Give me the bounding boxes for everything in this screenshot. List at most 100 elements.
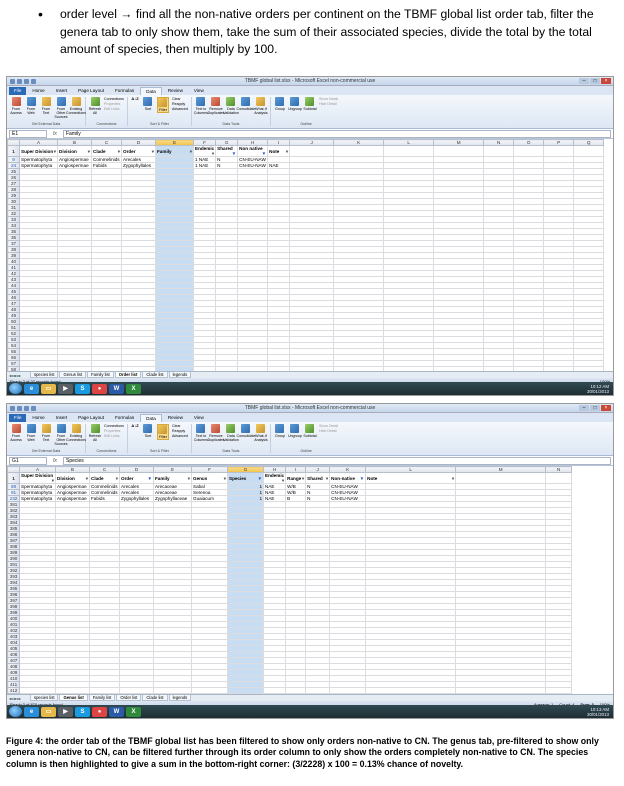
table-cell[interactable]: CN-EU-NAW bbox=[237, 162, 269, 169]
close-icon[interactable]: × bbox=[601, 78, 611, 84]
tab-data[interactable]: Data bbox=[140, 87, 162, 95]
table-cell[interactable]: Spermatophyta bbox=[19, 489, 56, 496]
header-cell[interactable]: Genus ▾ bbox=[191, 472, 228, 484]
sort-button[interactable]: Sort bbox=[142, 424, 154, 440]
group-button[interactable]: Group bbox=[274, 97, 286, 111]
header-cell[interactable]: Order ▾ bbox=[121, 145, 156, 157]
tab-file[interactable]: File bbox=[9, 87, 27, 95]
table-cell[interactable]: Spermatophyta bbox=[19, 483, 56, 490]
filter-dropdown-icon[interactable]: ▾ bbox=[326, 476, 328, 481]
table-cell[interactable]: Commelinids bbox=[91, 156, 122, 163]
header-cell[interactable]: Clade ▾ bbox=[89, 472, 120, 484]
filter-active-icon[interactable]: ▼ bbox=[360, 476, 365, 481]
tab-page-layout[interactable]: Page Layout bbox=[73, 87, 109, 95]
filter-active-icon[interactable]: ▼ bbox=[257, 476, 262, 481]
tab-insert[interactable]: Insert bbox=[51, 414, 73, 422]
spreadsheet-grid[interactable]: A B C D E F G H I J K L M N O P Q 1 Super Division ▾ Divisi… bbox=[7, 139, 605, 395]
header-cell[interactable] bbox=[333, 145, 385, 157]
word-icon[interactable]: W bbox=[109, 383, 124, 394]
connections-button[interactable]: Connections bbox=[104, 97, 124, 101]
remove-duplicates-button[interactable]: Remove Duplicates bbox=[208, 424, 224, 442]
consolidate-button[interactable]: Consolidate bbox=[236, 424, 255, 442]
from-text-button[interactable]: From Text bbox=[40, 424, 52, 446]
filter-dropdown-icon[interactable]: ▾ bbox=[152, 149, 154, 154]
maximize-icon[interactable]: □ bbox=[590, 78, 600, 84]
header-cell[interactable] bbox=[573, 145, 605, 157]
media-player-icon[interactable]: ▶ bbox=[58, 383, 73, 394]
sort-az-button[interactable]: A↓Z bbox=[131, 97, 139, 113]
group-button[interactable]: Group bbox=[274, 424, 286, 438]
filter-dropdown-icon[interactable]: ▾ bbox=[116, 476, 118, 481]
header-cell[interactable]: Shared ▼ bbox=[215, 145, 239, 157]
skype-icon[interactable]: S bbox=[75, 383, 90, 394]
minimize-icon[interactable]: – bbox=[579, 78, 589, 84]
data-validation-button[interactable]: Data Validation bbox=[223, 97, 239, 115]
chrome-icon[interactable]: ● bbox=[92, 706, 107, 717]
header-cell[interactable]: Super Division ▾ bbox=[19, 145, 58, 157]
what-if-analysis-button[interactable]: What-If Analysis bbox=[254, 97, 268, 115]
advanced-button[interactable]: Advanced bbox=[172, 107, 188, 111]
clear-button[interactable]: Clear bbox=[172, 97, 188, 101]
table-cell[interactable]: Zygophyllales bbox=[119, 495, 154, 502]
tab-formulas[interactable]: Formulas bbox=[110, 414, 139, 422]
header-cell[interactable]: Endemic ▾ bbox=[262, 472, 287, 484]
tab-home[interactable]: Home bbox=[27, 414, 49, 422]
ungroup-button[interactable]: Ungroup bbox=[288, 97, 302, 111]
sort-az-button[interactable]: A↓Z bbox=[131, 424, 139, 440]
filter-button[interactable]: Filter bbox=[156, 97, 169, 113]
system-clock[interactable]: 10:13 AM 30/01/2013 bbox=[587, 707, 613, 717]
filter-dropdown-icon[interactable]: ▾ bbox=[52, 478, 54, 483]
filter-dropdown-icon[interactable]: ▾ bbox=[212, 151, 214, 156]
clear-button[interactable]: Clear bbox=[172, 424, 188, 428]
tab-page-layout[interactable]: Page Layout bbox=[73, 414, 109, 422]
tab-review[interactable]: Review bbox=[163, 87, 188, 95]
internet-explorer-icon[interactable]: e bbox=[24, 383, 39, 394]
table-cell[interactable]: Zygophyllales bbox=[121, 162, 156, 169]
filter-dropdown-icon[interactable]: ▾ bbox=[224, 476, 226, 481]
filter-dropdown-icon[interactable]: ▾ bbox=[302, 476, 304, 481]
filter-dropdown-icon[interactable]: ▾ bbox=[188, 476, 190, 481]
maximize-icon[interactable]: □ bbox=[590, 405, 600, 411]
text-to-columns-button[interactable]: Text to Columns bbox=[194, 97, 208, 115]
header-cell[interactable]: Species ▼ bbox=[227, 472, 264, 484]
minimize-icon[interactable]: – bbox=[579, 405, 589, 411]
show-detail-button[interactable]: Show Detail bbox=[319, 424, 338, 428]
filter-dropdown-icon[interactable]: ▾ bbox=[118, 149, 120, 154]
spreadsheet-grid[interactable]: A B C D E F G H I J K L M N 1 Super Division ▾ Division … bbox=[7, 466, 573, 718]
header-cell[interactable] bbox=[433, 145, 485, 157]
header-cell[interactable]: Division ▾ bbox=[57, 145, 92, 157]
ungroup-button[interactable]: Ungroup bbox=[288, 424, 302, 438]
table-cell[interactable]: Angiospermae bbox=[55, 495, 90, 502]
from-access-button[interactable]: From Access bbox=[10, 424, 22, 446]
what-if-analysis-button[interactable]: What-If Analysis bbox=[254, 424, 268, 442]
close-icon[interactable]: × bbox=[601, 405, 611, 411]
filter-active-icon[interactable]: ▼ bbox=[147, 476, 152, 481]
subtotal-button[interactable]: Subtotal bbox=[303, 97, 317, 111]
header-cell[interactable]: Non native ▼ bbox=[237, 145, 269, 157]
from-access-button[interactable]: From Access bbox=[10, 97, 22, 119]
skype-icon[interactable]: S bbox=[75, 706, 90, 717]
header-cell[interactable] bbox=[545, 472, 573, 484]
media-player-icon[interactable]: ▶ bbox=[58, 706, 73, 717]
header-cell[interactable] bbox=[383, 145, 435, 157]
formula-input[interactable]: Family bbox=[63, 129, 611, 138]
sort-button[interactable]: Sort bbox=[142, 97, 154, 113]
filter-dropdown-icon[interactable]: ▾ bbox=[54, 149, 56, 154]
filter-active-icon[interactable]: ▼ bbox=[232, 151, 237, 156]
table-cell[interactable]: Zygophyllaceae bbox=[153, 495, 192, 502]
reapply-button[interactable]: Reapply bbox=[172, 102, 188, 106]
header-cell[interactable] bbox=[483, 145, 515, 157]
table-cell[interactable]: Commelinids bbox=[89, 489, 120, 496]
properties-button[interactable]: Properties bbox=[104, 429, 124, 433]
system-clock[interactable]: 10:12 AM 30/01/2013 bbox=[587, 384, 613, 394]
tab-view[interactable]: View bbox=[189, 414, 209, 422]
tab-view[interactable]: View bbox=[189, 87, 209, 95]
header-cell[interactable] bbox=[289, 145, 335, 157]
sheet-nav-arrows[interactable]: ◂◂ ◂ ▸ ▸▸ bbox=[9, 696, 29, 701]
filter-dropdown-icon[interactable]: ▾ bbox=[86, 476, 88, 481]
tab-home[interactable]: Home bbox=[27, 87, 49, 95]
refresh-all-button[interactable]: Refresh All bbox=[89, 97, 101, 115]
table-cell[interactable]: CN-EU-NAW bbox=[237, 156, 269, 163]
tab-data[interactable]: Data bbox=[140, 414, 162, 422]
header-cell[interactable]: Note ▾ bbox=[267, 145, 291, 157]
